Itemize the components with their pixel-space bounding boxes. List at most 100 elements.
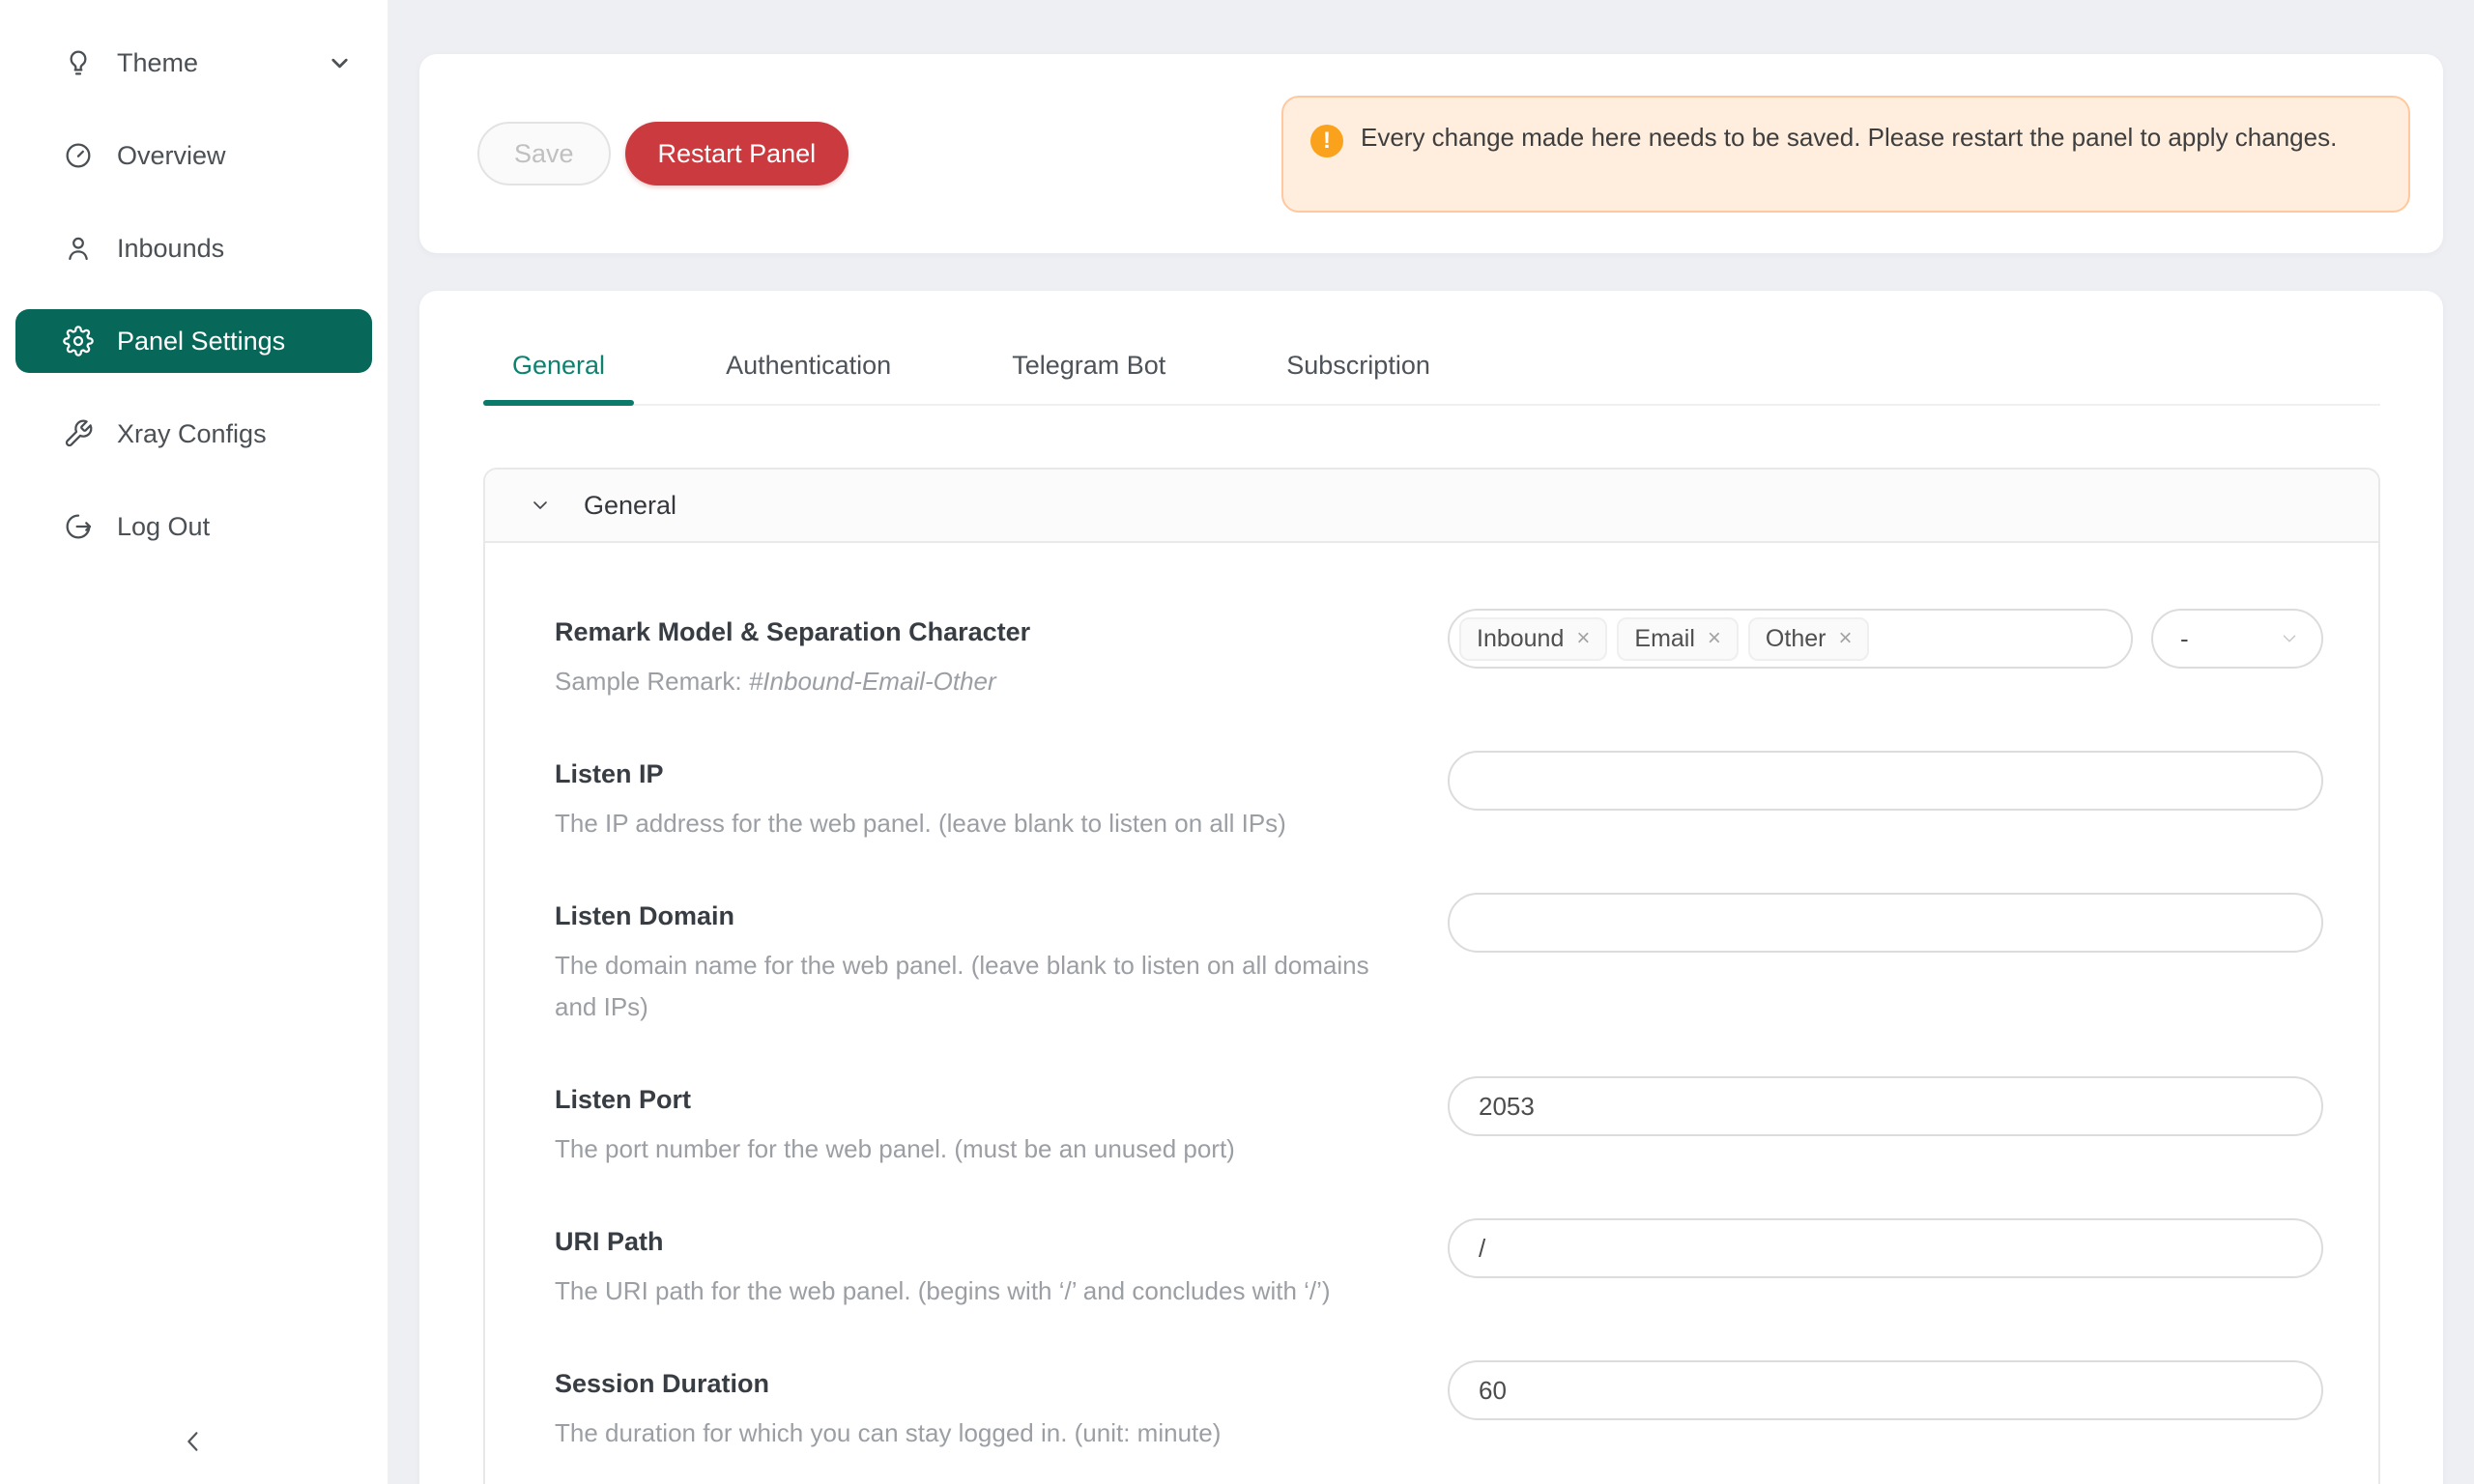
form-row-listen-ip: Listen IP The IP address for the web pane… <box>555 751 2323 844</box>
field-control <box>1448 751 2323 811</box>
general-section-header[interactable]: General <box>485 470 2378 543</box>
field-label-group: Listen IP The IP address for the web pane… <box>555 751 1286 844</box>
chevron-down-icon <box>327 50 353 76</box>
form-row-session-duration: Session Duration The duration for which y… <box>555 1360 2323 1454</box>
tag-label: Email <box>1634 625 1695 653</box>
listen-ip-input[interactable] <box>1448 751 2323 811</box>
wrench-icon <box>63 418 94 449</box>
field-label: Session Duration <box>555 1368 1221 1399</box>
field-description: The port number for the web panel. (must… <box>555 1128 1235 1170</box>
field-description: Sample Remark: #Inbound-Email-Other <box>555 661 1030 702</box>
field-control <box>1448 1076 2323 1136</box>
tag-other: Other × <box>1748 617 1870 661</box>
toolbar-card: Save Restart Panel ! Every change made h… <box>419 54 2443 253</box>
field-label: Listen Domain <box>555 900 1376 931</box>
uri-path-input[interactable] <box>1448 1218 2323 1278</box>
restart-warning-alert: ! Every change made here needs to be sav… <box>1281 96 2410 213</box>
field-label: Listen Port <box>555 1084 1235 1115</box>
field-control: Inbound × Email × Other × - <box>1448 609 2323 669</box>
sidebar-item-inbounds[interactable]: Inbounds <box>15 216 372 280</box>
tag-label: Inbound <box>1477 625 1564 653</box>
chevron-down-icon <box>529 494 552 517</box>
remark-model-tags-input[interactable]: Inbound × Email × Other × <box>1448 609 2133 669</box>
gear-icon <box>63 326 94 357</box>
user-icon <box>63 233 94 264</box>
sidebar-item-label: Inbounds <box>117 234 224 264</box>
sidebar-item-theme[interactable]: Theme <box>15 31 372 95</box>
sidebar-item-panel-settings[interactable]: Panel Settings <box>15 309 372 373</box>
listen-port-input[interactable] <box>1448 1076 2323 1136</box>
sample-remark-value: #Inbound-Email-Other <box>749 667 996 696</box>
user-icon <box>63 233 94 264</box>
bulb-icon <box>63 47 94 78</box>
chevron-down-icon <box>529 494 552 517</box>
tab-authentication[interactable]: Authentication <box>697 351 920 404</box>
sidebar-collapse-button[interactable] <box>172 1420 215 1463</box>
sidebar-item-label: Theme <box>117 48 198 78</box>
general-collapse-panel: General Remark Model & Separation Charac… <box>483 468 2380 1484</box>
gear-icon <box>63 326 94 357</box>
tag-email: Email × <box>1617 617 1739 661</box>
form-row-uri-path: URI Path The URI path for the web panel. … <box>555 1218 2323 1312</box>
tag-remove-icon[interactable]: × <box>1838 627 1852 650</box>
form-row-listen-port: Listen Port The port number for the web p… <box>555 1076 2323 1170</box>
sidebar-nav: Theme Overview Inbounds Panel Settings Xray … <box>0 31 388 558</box>
field-label-group: URI Path The URI path for the web panel. … <box>555 1218 1331 1312</box>
main-content: Save Restart Panel ! Every change made h… <box>388 0 2474 1484</box>
dashboard-icon <box>63 140 94 171</box>
listen-domain-input[interactable] <box>1448 893 2323 953</box>
separator-select-value: - <box>2180 624 2189 654</box>
field-control <box>1448 893 2323 953</box>
field-description: The domain name for the web panel. (leav… <box>555 945 1376 1028</box>
restart-panel-button[interactable]: Restart Panel <box>625 122 849 186</box>
field-label: Listen IP <box>555 758 1286 789</box>
field-label-group: Session Duration The duration for which y… <box>555 1360 1221 1454</box>
tab-bar: General Authentication Telegram Bot Subscri… <box>483 351 2380 406</box>
field-label: Remark Model & Separation Character <box>555 616 1030 647</box>
panel-settings-card: General Authentication Telegram Bot Subscri… <box>419 291 2443 1484</box>
sidebar: Theme Overview Inbounds Panel Settings Xray … <box>0 0 388 1484</box>
tag-remove-icon[interactable]: × <box>1708 627 1721 650</box>
tab-telegram-bot[interactable]: Telegram Bot <box>983 351 1194 404</box>
chevron-down-icon <box>2279 628 2300 649</box>
sidebar-item-label: Log Out <box>117 512 210 542</box>
sidebar-item-overview[interactable]: Overview <box>15 124 372 187</box>
sidebar-item-label: Xray Configs <box>117 419 267 449</box>
tag-inbound: Inbound × <box>1459 617 1607 661</box>
chevron-left-icon <box>178 1426 209 1457</box>
field-label-group: Listen Domain The domain name for the web… <box>555 893 1376 1028</box>
general-form: Remark Model & Separation Character Sampl… <box>485 543 2378 1484</box>
field-control <box>1448 1360 2323 1420</box>
logout-icon <box>63 511 94 542</box>
toolbar-buttons: Save Restart Panel <box>477 122 849 186</box>
field-label: URI Path <box>555 1226 1331 1257</box>
sidebar-item-label: Panel Settings <box>117 327 285 357</box>
tab-subscription[interactable]: Subscription <box>1257 351 1459 404</box>
section-title: General <box>584 491 676 521</box>
bulb-icon <box>63 47 94 78</box>
sidebar-item-xray-configs[interactable]: Xray Configs <box>15 402 372 466</box>
warning-icon: ! <box>1310 125 1343 157</box>
session-duration-input[interactable] <box>1448 1360 2323 1420</box>
field-label-group: Listen Port The port number for the web p… <box>555 1076 1235 1170</box>
form-row-remark-model-separation-character: Remark Model & Separation Character Sampl… <box>555 609 2323 702</box>
sidebar-item-log-out[interactable]: Log Out <box>15 495 372 558</box>
chevron-down-icon <box>327 50 353 76</box>
dashboard-icon <box>63 140 94 171</box>
sidebar-item-label: Overview <box>117 141 226 171</box>
tab-general[interactable]: General <box>483 351 634 404</box>
save-button[interactable]: Save <box>477 122 611 186</box>
logout-icon <box>63 511 94 542</box>
field-control <box>1448 1218 2323 1278</box>
chevron-down-icon <box>2279 628 2300 649</box>
separator-select[interactable]: - <box>2151 609 2323 669</box>
form-row-listen-domain: Listen Domain The domain name for the web… <box>555 893 2323 1028</box>
field-description: The duration for which you can stay logg… <box>555 1413 1221 1454</box>
field-label-group: Remark Model & Separation Character Sampl… <box>555 609 1030 702</box>
alert-text: Every change made here needs to be saved… <box>1361 117 2337 158</box>
tag-remove-icon[interactable]: × <box>1576 627 1590 650</box>
tag-label: Other <box>1766 625 1827 653</box>
field-description: The URI path for the web panel. (begins … <box>555 1270 1331 1312</box>
field-description: The IP address for the web panel. (leave… <box>555 803 1286 844</box>
wrench-icon <box>63 418 94 449</box>
